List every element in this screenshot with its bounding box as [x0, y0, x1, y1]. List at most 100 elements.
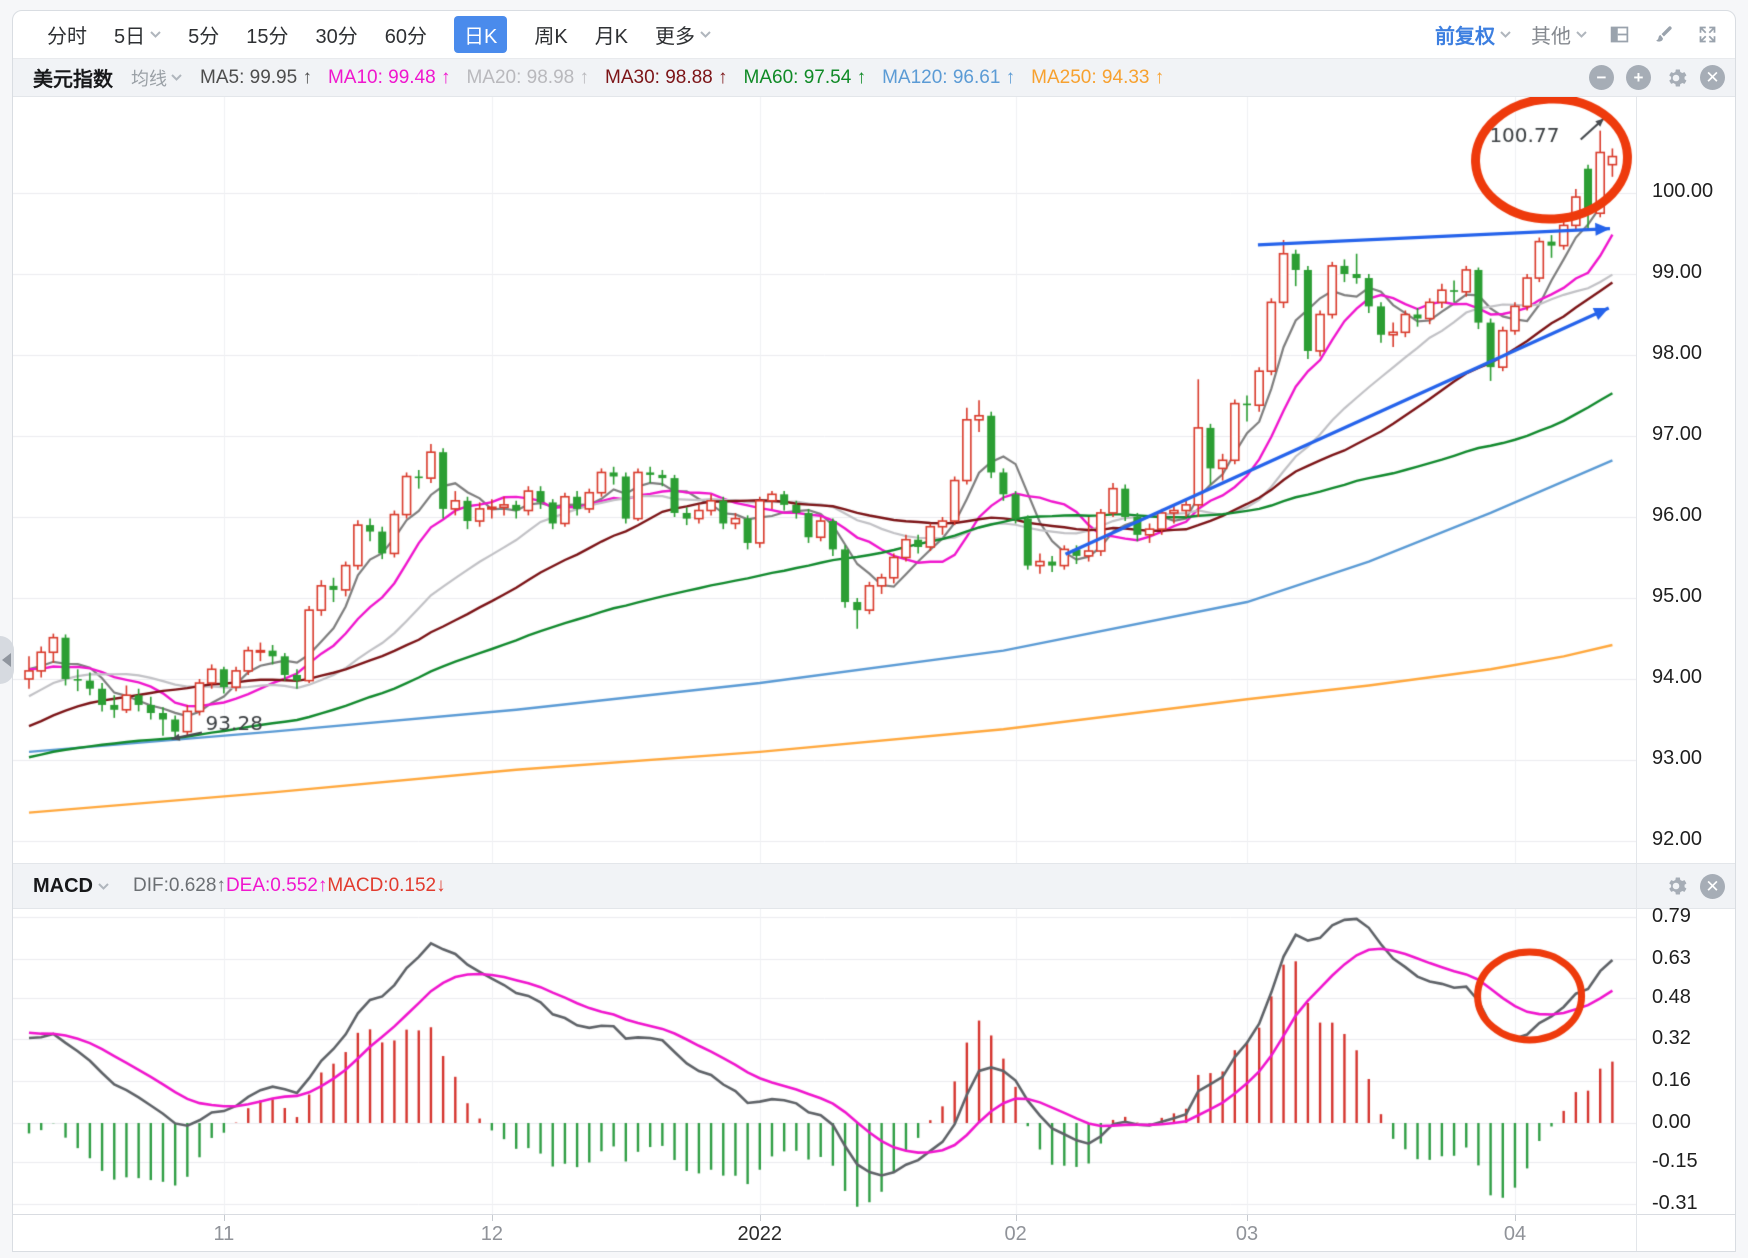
- close-panel-icon[interactable]: ✕: [1700, 65, 1725, 90]
- timeframe-tab-selected[interactable]: 日K: [454, 16, 507, 53]
- month-axis-label: 2022: [738, 1223, 783, 1246]
- timeframe-tab[interactable]: 15分: [246, 20, 288, 49]
- price-axis-label: 100.00: [1652, 180, 1713, 203]
- price-axis-label: 98.00: [1652, 342, 1702, 365]
- macd-axis-label: -0.31: [1652, 1192, 1698, 1215]
- timeframe-tab-label: 15分: [246, 20, 288, 49]
- dropdown-label: 其他: [1531, 20, 1571, 49]
- month-tick: [760, 1215, 761, 1221]
- macd-axis-label: 0.32: [1652, 1027, 1691, 1050]
- timeframe-tab[interactable]: 5分: [188, 20, 219, 49]
- timeframe-tab[interactable]: 60分: [385, 20, 427, 49]
- timeframe-tab-label: 月K: [595, 20, 628, 49]
- macd-title-label: MACD: [33, 875, 93, 898]
- macd-header-bar: MACD DIF:0.628↑DEA:0.552↑MACD:0.152↓ ✕: [13, 863, 1735, 909]
- chevron-down-icon: [98, 883, 109, 890]
- price-axis-label: 95.00: [1652, 585, 1702, 608]
- month-axis-label: 12: [481, 1223, 503, 1246]
- price-axis-label: 93.00: [1652, 747, 1702, 770]
- chevron-left-icon: [2, 653, 11, 667]
- ma-value: MA30: 98.88 ↑: [605, 67, 728, 88]
- chart-widget: 分时 5日 5分 15分 30分 60分 日K 周K 月K 更多 前复权 其他 美元指数 均线 MA…: [12, 10, 1736, 1252]
- grid-layout-icon[interactable]: [1607, 23, 1631, 47]
- ma-values-group: MA5: 99.95 ↑ MA10: 99.48 ↑ MA20: 98.98 ↑ MA…: [200, 67, 1180, 89]
- price-axis-label: 97.00: [1652, 423, 1702, 446]
- month-tick: [492, 1215, 493, 1221]
- ma-value: MA120: 96.61 ↑: [882, 67, 1015, 88]
- adjust-mode-dropdown[interactable]: 前复权: [1435, 20, 1511, 49]
- timeframe-tabs: 分时 5日 5分 15分 30分 60分 日K 周K 月K 更多: [47, 16, 711, 53]
- macd-axis-label: 0.16: [1652, 1069, 1691, 1092]
- timeframe-tab[interactable]: 月K: [595, 20, 628, 49]
- timeframe-tab[interactable]: 30分: [316, 20, 358, 49]
- macd-value: DIF:0.628↑: [133, 875, 226, 896]
- zoom-out-icon[interactable]: −: [1589, 65, 1614, 90]
- timeframe-tab[interactable]: 周K: [534, 20, 567, 49]
- dropdown-label: 前复权: [1435, 20, 1495, 49]
- timeframe-tab[interactable]: 分时: [47, 20, 87, 49]
- month-tick: [1247, 1215, 1248, 1221]
- timeframe-tab[interactable]: 5日: [114, 20, 161, 49]
- timeframe-tab-label: 5日: [114, 20, 145, 49]
- price-axis-label: 96.00: [1652, 504, 1702, 527]
- month-axis-label: 02: [1004, 1223, 1026, 1246]
- macd-value: DEA:0.552↑: [226, 875, 327, 896]
- month-tick: [1016, 1215, 1017, 1221]
- axis-divider: [1636, 97, 1637, 1251]
- timeframe-tab-label: 5分: [188, 20, 219, 49]
- macd-axis-label: -0.15: [1652, 1150, 1698, 1173]
- macd-value: MACD:0.152↓: [327, 875, 445, 896]
- chevron-down-icon: [700, 31, 711, 38]
- month-tick: [1515, 1215, 1516, 1221]
- month-axis-label: 03: [1236, 1223, 1258, 1246]
- macd-close-icon[interactable]: ✕: [1700, 874, 1725, 899]
- macd-axis-label: 0.63: [1652, 947, 1691, 970]
- macd-indicator-dropdown[interactable]: MACD: [33, 875, 109, 898]
- timeframe-tab-label: 更多: [655, 20, 695, 49]
- macd-values-group: DIF:0.628↑DEA:0.552↑MACD:0.152↓: [133, 875, 446, 897]
- timeframe-tab-label: 日K: [464, 20, 497, 49]
- chevron-down-icon: [1576, 31, 1587, 38]
- other-dropdown[interactable]: 其他: [1531, 20, 1587, 49]
- timeframe-tab-label: 30分: [316, 20, 358, 49]
- symbol-title: 美元指数: [33, 63, 113, 92]
- timeframe-tab-label: 周K: [534, 20, 567, 49]
- indicator-bar: 美元指数 均线 MA5: 99.95 ↑ MA10: 99.48 ↑ MA20: 9…: [13, 59, 1735, 97]
- price-axis-label: 94.00: [1652, 666, 1702, 689]
- ma-value: MA5: 99.95 ↑: [200, 67, 312, 88]
- price-axis-label: 92.00: [1652, 828, 1702, 851]
- macd-axis-label: 0.79: [1652, 905, 1691, 928]
- ma-value: MA60: 97.54 ↑: [744, 67, 867, 88]
- main-price-chart[interactable]: [13, 97, 1636, 863]
- macd-settings-gear-icon[interactable]: [1663, 874, 1688, 899]
- ma-value: MA10: 99.48 ↑: [328, 67, 451, 88]
- ma-selector-dropdown[interactable]: 均线: [131, 65, 182, 91]
- price-axis-label: 99.00: [1652, 261, 1702, 284]
- time-axis-strip: 11 12 2022 02 03 04: [13, 1214, 1735, 1252]
- chevron-down-icon: [150, 31, 161, 38]
- ma-selector-label: 均线: [131, 65, 167, 91]
- timeframe-toolbar: 分时 5日 5分 15分 30分 60分 日K 周K 月K 更多 前复权 其他: [13, 11, 1735, 59]
- settings-gear-icon[interactable]: [1663, 65, 1688, 90]
- month-axis-label: 11: [213, 1223, 234, 1246]
- macd-axis-label: 0.48: [1652, 986, 1691, 1009]
- macd-panel-icons: ✕: [1663, 874, 1725, 899]
- macd-axis-label: 0.00: [1652, 1111, 1691, 1134]
- month-tick: [224, 1215, 225, 1221]
- collapse-left-handle[interactable]: [0, 636, 14, 684]
- timeframe-tab[interactable]: 更多: [655, 20, 711, 49]
- brush-icon[interactable]: [1651, 23, 1675, 47]
- macd-chart[interactable]: [13, 909, 1636, 1214]
- toolbar-right-group: 前复权 其他: [1435, 20, 1719, 49]
- ma-value: MA250: 94.33 ↑: [1031, 67, 1164, 88]
- fullscreen-icon[interactable]: [1695, 23, 1719, 47]
- chevron-down-icon: [1500, 31, 1511, 38]
- ma-value: MA20: 98.98 ↑: [466, 67, 589, 88]
- month-axis-label: 04: [1504, 1223, 1526, 1246]
- zoom-in-icon[interactable]: +: [1626, 65, 1651, 90]
- timeframe-tab-label: 60分: [385, 20, 427, 49]
- timeframe-tab-label: 分时: [47, 20, 87, 49]
- chart-app-page: 分时 5日 5分 15分 30分 60分 日K 周K 月K 更多 前复权 其他 美元指数 均线 MA…: [0, 0, 1748, 1258]
- chevron-down-icon: [171, 74, 182, 81]
- main-panel-icons: − + ✕: [1589, 65, 1725, 90]
